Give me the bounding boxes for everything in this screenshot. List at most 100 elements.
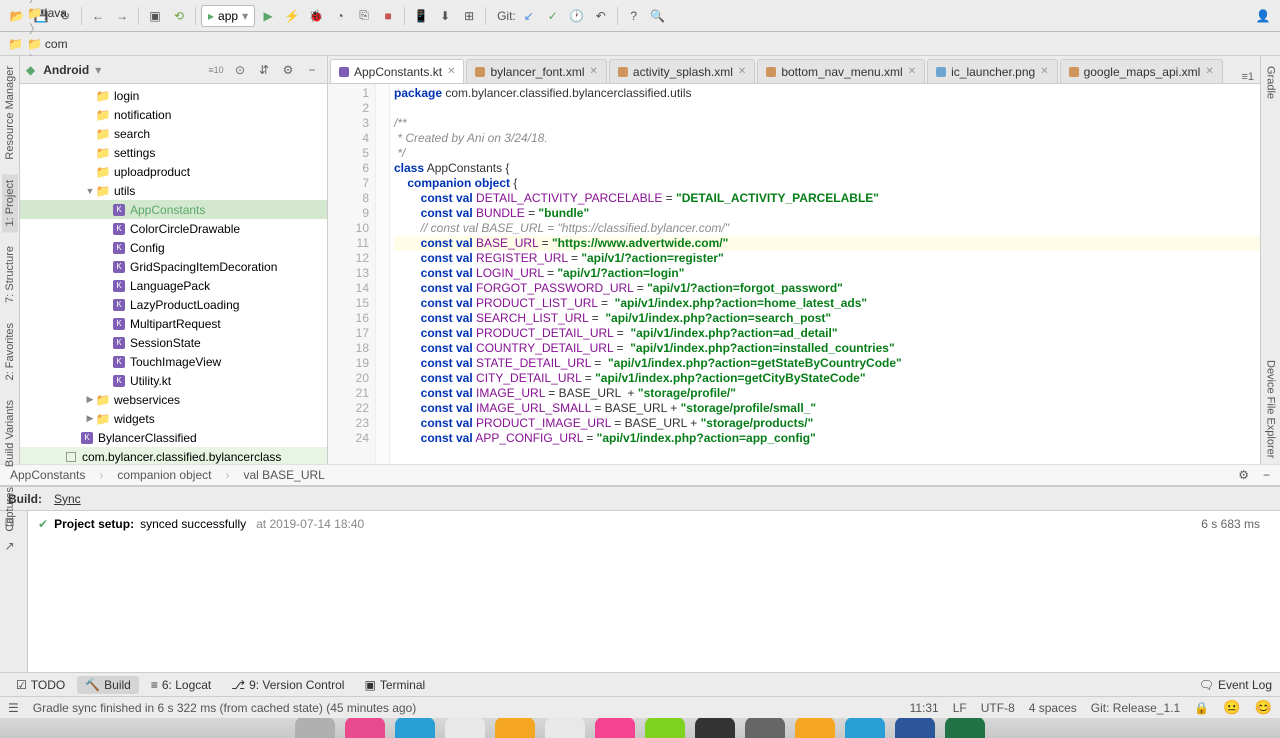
user-icon[interactable]: 👤: [1252, 5, 1274, 27]
tree-node[interactable]: KAppConstants: [20, 200, 327, 219]
tree-node[interactable]: KColorCircleDrawable: [20, 219, 327, 238]
favorites-tab[interactable]: 2: Favorites: [2, 317, 18, 386]
android-icon: ◆: [26, 63, 35, 77]
tree-node[interactable]: KSessionState: [20, 333, 327, 352]
build-tab[interactable]: 🔨 Build: [77, 676, 139, 694]
avd-icon[interactable]: 📱: [410, 5, 432, 27]
profile-icon[interactable]: ◔: [329, 5, 351, 27]
inspection-icon[interactable]: 😐: [1223, 699, 1240, 716]
editor-tab[interactable]: bylancer_font.xml✕: [466, 59, 606, 83]
lock-icon[interactable]: 🔒: [1194, 701, 1209, 715]
tree-node[interactable]: KLanguagePack: [20, 276, 327, 295]
close-tab-icon[interactable]: ✕: [590, 66, 598, 77]
todo-tab[interactable]: ☑ TODO: [8, 676, 73, 694]
build-variants-tab[interactable]: Build Variants: [2, 394, 18, 473]
editor-tab[interactable]: google_maps_api.xml✕: [1060, 59, 1223, 83]
collapse-icon[interactable]: ⇵: [255, 61, 273, 79]
captures-tab[interactable]: Captures: [2, 481, 18, 538]
resource-manager-tab[interactable]: Resource Manager: [2, 60, 18, 166]
target-icon[interactable]: ⊙: [231, 61, 249, 79]
tree-node[interactable]: 📁settings: [20, 143, 327, 162]
breadcrumb-item[interactable]: 📁 com: [27, 37, 152, 51]
menu-icon[interactable]: ☰: [8, 701, 19, 715]
sdk-icon[interactable]: ⬇: [434, 5, 456, 27]
encoding[interactable]: UTF-8: [981, 701, 1015, 715]
git-history-icon[interactable]: 🕐: [566, 5, 588, 27]
close-tab-icon[interactable]: ✕: [908, 66, 916, 77]
status-message: Gradle sync finished in 6 s 322 ms (from…: [33, 701, 417, 715]
code-editor[interactable]: package com.bylancer.classified.bylancer…: [390, 84, 1260, 464]
debug-icon[interactable]: 🐞: [305, 5, 327, 27]
git-branch[interactable]: Git: Release_1.1: [1091, 701, 1180, 715]
vcs-tab[interactable]: ⎇ 9: Version Control: [223, 676, 352, 694]
editor-tab[interactable]: activity_splash.xml✕: [609, 59, 755, 83]
git-revert-icon[interactable]: ↶: [590, 5, 612, 27]
tree-node[interactable]: KLazyProductLoading: [20, 295, 327, 314]
tree-node[interactable]: KUtility.kt: [20, 371, 327, 390]
tree-node[interactable]: KMultipartRequest: [20, 314, 327, 333]
tree-node[interactable]: KTouchImageView: [20, 352, 327, 371]
device-explorer-tab[interactable]: Device File Explorer: [1263, 354, 1279, 464]
editor-tab[interactable]: ic_launcher.png✕: [927, 59, 1057, 83]
tree-node[interactable]: ▼📁utils: [20, 181, 327, 200]
help-icon[interactable]: ?: [623, 5, 645, 27]
terminal-tab[interactable]: ▣ Terminal: [356, 676, 433, 694]
breadcrumb-item[interactable]: 📁 java: [27, 6, 152, 20]
gradle-tab[interactable]: Gradle: [1263, 60, 1279, 105]
tree-node[interactable]: KConfig: [20, 238, 327, 257]
stop-icon[interactable]: ■: [377, 5, 399, 27]
hide-icon[interactable]: −: [303, 61, 321, 79]
structure-tab[interactable]: 7: Structure: [2, 240, 18, 309]
editor-tab[interactable]: bottom_nav_menu.xml✕: [757, 59, 925, 83]
event-log-tab[interactable]: 🗨 Event Log: [1199, 678, 1272, 692]
tree-node[interactable]: com.bylancer.classified.bylancerclass: [20, 447, 327, 464]
code-breadcrumb: AppConstants › companion object › val BA…: [0, 464, 1280, 486]
scope-icon[interactable]: ≡10: [207, 61, 225, 79]
code-crumb[interactable]: companion object: [117, 468, 211, 482]
editor-tab[interactable]: AppConstants.kt✕: [330, 59, 464, 83]
tree-node[interactable]: 📁notification: [20, 105, 327, 124]
main-toolbar: 📂 💾 ↻ ← → ▣ ⟲ ▸ app ▾ ▶ ⚡ 🐞 ◔ ⎘ ■ 📱 ⬇ ⊞ …: [0, 0, 1280, 32]
project-view-title[interactable]: Android: [43, 63, 89, 77]
close-tab-icon[interactable]: ✕: [447, 66, 455, 77]
close-tab-icon[interactable]: ✕: [1205, 66, 1213, 77]
tree-node[interactable]: KBylancerClassified: [20, 428, 327, 447]
build-hide-icon[interactable]: −: [1263, 468, 1270, 482]
settings-icon[interactable]: ⚙: [279, 61, 297, 79]
memory-icon[interactable]: 😊: [1255, 699, 1272, 716]
run-config-selector[interactable]: ▸ app ▾: [201, 5, 255, 27]
tree-node[interactable]: ▶📁webservices: [20, 390, 327, 409]
run-icon[interactable]: ▶: [257, 5, 279, 27]
sync-tab[interactable]: Sync: [54, 492, 81, 506]
search-icon[interactable]: 🔍: [647, 5, 669, 27]
close-tab-icon[interactable]: ✕: [738, 66, 746, 77]
attach-icon[interactable]: ⎘: [353, 5, 375, 27]
apply-changes-icon[interactable]: ⚡: [281, 5, 303, 27]
editor-area: AppConstants.kt✕bylancer_font.xml✕activi…: [328, 56, 1260, 464]
sync-icon[interactable]: ⟲: [168, 5, 190, 27]
tree-node[interactable]: KGridSpacingItemDecoration: [20, 257, 327, 276]
git-commit-icon[interactable]: ✓: [542, 5, 564, 27]
bottom-tool-tabs: ☑ TODO 🔨 Build ≡ 6: Logcat ⎇ 9: Version …: [0, 672, 1280, 696]
code-crumb[interactable]: AppConstants: [10, 468, 85, 482]
tree-node[interactable]: 📁login: [20, 86, 327, 105]
tree-node[interactable]: 📁search: [20, 124, 327, 143]
line-separator[interactable]: LF: [953, 701, 967, 715]
project-tree[interactable]: 📁login📁notification📁search📁settings📁uplo…: [20, 84, 327, 464]
project-tab[interactable]: 1: Project: [2, 174, 18, 232]
indent[interactable]: 4 spaces: [1029, 701, 1077, 715]
tab-menu[interactable]: ≡1: [1235, 71, 1260, 83]
build-side-btn[interactable]: ↗: [5, 539, 23, 557]
code-crumb[interactable]: val BASE_URL: [243, 468, 324, 482]
fold-gutter: [376, 84, 390, 464]
git-update-icon[interactable]: ↙: [518, 5, 540, 27]
open-icon[interactable]: 📂: [6, 5, 28, 27]
caret-position[interactable]: 11:31: [910, 701, 939, 715]
logcat-tab[interactable]: ≡ 6: Logcat: [143, 676, 219, 694]
build-settings-icon[interactable]: ⚙: [1238, 468, 1249, 482]
structure-icon[interactable]: ⊞: [458, 5, 480, 27]
build-message: ✔ Project setup: synced successfully at …: [38, 517, 1270, 531]
tree-node[interactable]: 📁uploadproduct: [20, 162, 327, 181]
close-tab-icon[interactable]: ✕: [1040, 66, 1048, 77]
tree-node[interactable]: ▶📁widgets: [20, 409, 327, 428]
